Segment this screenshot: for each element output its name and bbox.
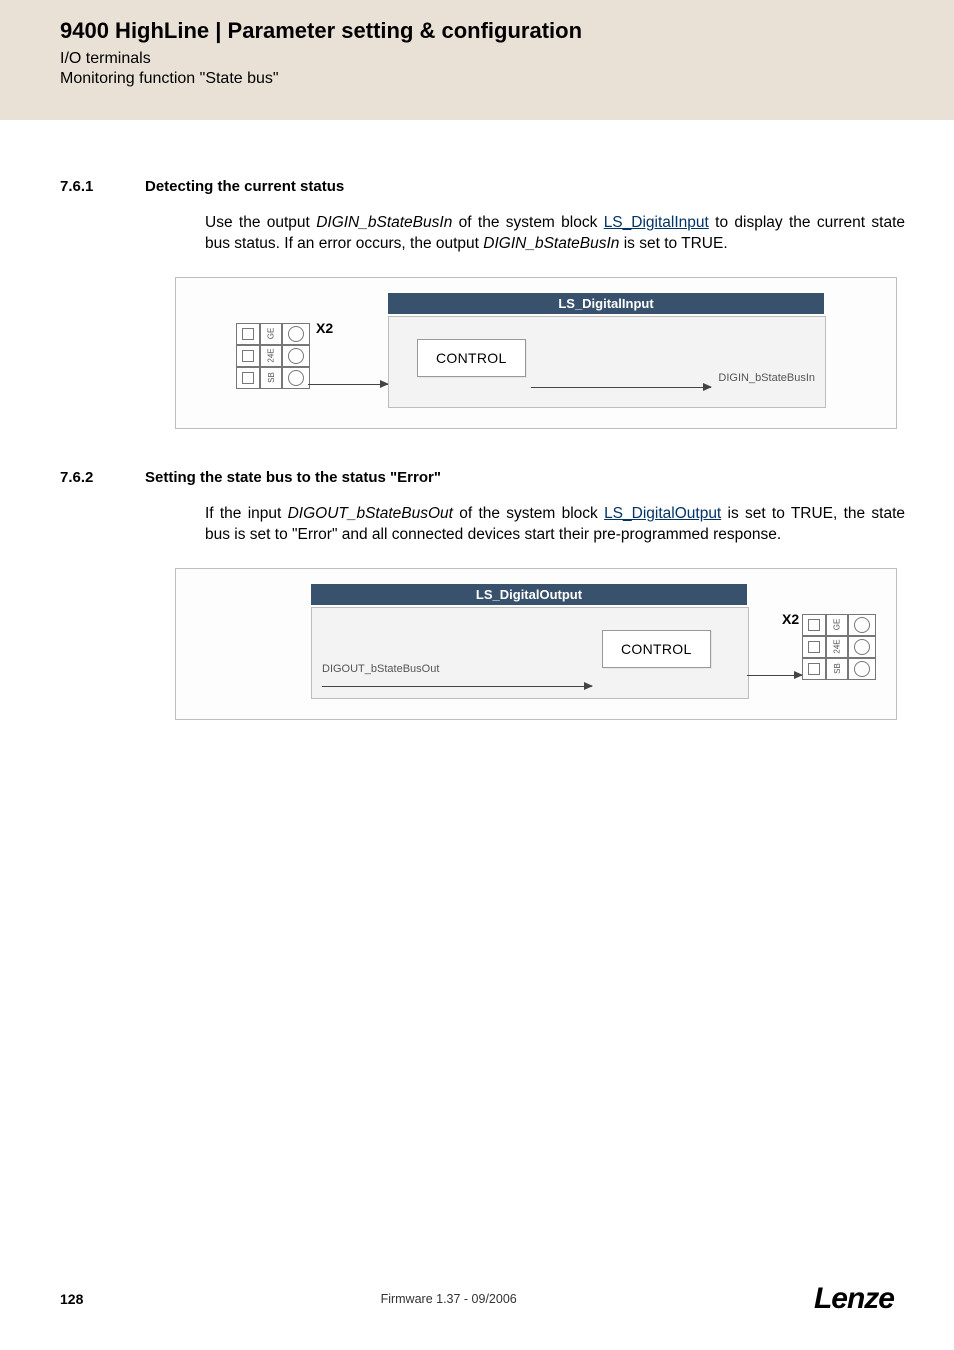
section-title-2: Setting the state bus to the status "Err… bbox=[145, 469, 441, 486]
x2-label: X2 bbox=[316, 320, 333, 336]
terminal-slot bbox=[802, 614, 826, 636]
page-header: 9400 HighLine | Parameter setting & conf… bbox=[0, 0, 954, 120]
terminal-port bbox=[282, 367, 310, 389]
terminal-port bbox=[848, 614, 876, 636]
terminal-label-ge: GE bbox=[826, 614, 848, 636]
arrow-out-of-block bbox=[747, 675, 802, 676]
terminal-x2-left: GE 24E SB bbox=[236, 323, 314, 389]
lenze-logo: Lenze bbox=[814, 1282, 894, 1316]
header-title: 9400 HighLine | Parameter setting & conf… bbox=[60, 18, 954, 44]
terminal-slot bbox=[802, 636, 826, 658]
arrow-from-port bbox=[322, 686, 592, 687]
terminal-port bbox=[848, 636, 876, 658]
terminal-port bbox=[282, 345, 310, 367]
terminal-slot bbox=[236, 367, 260, 389]
x2-label: X2 bbox=[782, 611, 799, 627]
terminal-label-sb: SB bbox=[826, 658, 848, 680]
section-number-1: 7.6.1 bbox=[60, 178, 145, 195]
terminal-port bbox=[282, 323, 310, 345]
text: of the system block bbox=[452, 214, 603, 231]
diagram-ls-digitalinput: GE 24E SB X2 LS_DigitalInput CONTROL DIG… bbox=[175, 277, 897, 429]
terminal-port bbox=[848, 658, 876, 680]
link-ls-digitalinput[interactable]: LS_DigitalInput bbox=[604, 214, 709, 231]
section-heading-2: 7.6.2 Setting the state bus to the statu… bbox=[60, 469, 894, 486]
text: of the system block bbox=[453, 505, 604, 522]
block-body-digitalinput: CONTROL DIGIN_bStateBusIn bbox=[388, 316, 826, 408]
var-digin-2: DIGIN_bStateBusIn bbox=[483, 235, 619, 252]
block-body-digitaloutput: DIGOUT_bStateBusOut CONTROL bbox=[311, 607, 749, 699]
text: If the input bbox=[205, 505, 288, 522]
diagram-ls-digitaloutput: LS_DigitalOutput DIGOUT_bStateBusOut CON… bbox=[175, 568, 897, 720]
terminal-x2-right: GE 24E SB bbox=[802, 614, 880, 680]
control-box: CONTROL bbox=[417, 339, 526, 377]
var-digin-1: DIGIN_bStateBusIn bbox=[316, 214, 452, 231]
port-digin-bstatebusin: DIGIN_bStateBusIn bbox=[718, 372, 815, 384]
header-sub2: Monitoring function "State bus" bbox=[60, 70, 954, 88]
text: is set to TRUE. bbox=[619, 235, 727, 252]
section-number-2: 7.6.2 bbox=[60, 469, 145, 486]
content-area: 7.6.1 Detecting the current status Use t… bbox=[0, 120, 954, 720]
block-title-digitalinput: LS_DigitalInput bbox=[388, 293, 824, 314]
block-title-digitaloutput: LS_DigitalOutput bbox=[311, 584, 747, 605]
link-ls-digitaloutput[interactable]: LS_DigitalOutput bbox=[604, 505, 721, 522]
section-2-paragraph: If the input DIGOUT_bStateBusOut of the … bbox=[205, 504, 905, 546]
arrow-to-port bbox=[531, 387, 711, 388]
var-digout: DIGOUT_bStateBusOut bbox=[288, 505, 453, 522]
section-title-1: Detecting the current status bbox=[145, 178, 344, 195]
page-number: 128 bbox=[60, 1291, 83, 1307]
firmware-version: Firmware 1.37 - 09/2006 bbox=[381, 1292, 517, 1306]
page-footer: 128 Firmware 1.37 - 09/2006 Lenze bbox=[60, 1282, 894, 1316]
header-sub1: I/O terminals bbox=[60, 50, 954, 68]
terminal-slot bbox=[802, 658, 826, 680]
terminal-label-24e: 24E bbox=[260, 345, 282, 367]
port-digout-bstatebusout: DIGOUT_bStateBusOut bbox=[322, 663, 439, 675]
terminal-slot bbox=[236, 323, 260, 345]
terminal-label-24e: 24E bbox=[826, 636, 848, 658]
section-1-paragraph: Use the output DIGIN_bStateBusIn of the … bbox=[205, 213, 905, 255]
terminal-slot bbox=[236, 345, 260, 367]
section-heading-1: 7.6.1 Detecting the current status bbox=[60, 178, 894, 195]
terminal-label-sb: SB bbox=[260, 367, 282, 389]
arrow-into-block bbox=[308, 384, 388, 385]
terminal-label-ge: GE bbox=[260, 323, 282, 345]
text: Use the output bbox=[205, 214, 316, 231]
control-box: CONTROL bbox=[602, 630, 711, 668]
